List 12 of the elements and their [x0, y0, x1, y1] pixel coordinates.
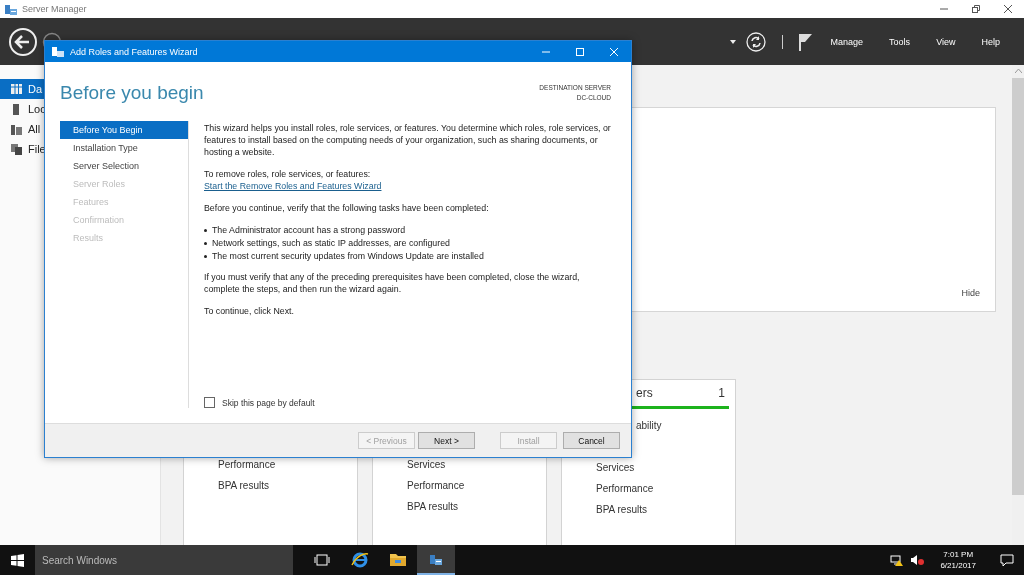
dialog-title: Add Roles and Features Wizard — [70, 46, 199, 57]
window-title: Server Manager — [22, 4, 88, 14]
bullet-text: Network settings, such as static IP addresses, are configured — [212, 237, 450, 250]
bullet-text: The most current security updates from Windows Update are installed — [212, 250, 484, 263]
paragraph: To continue, click Next. — [204, 305, 295, 317]
paragraph: This wizard helps you install roles, role services, or features. You determine which roles, role services, or features to install based on the computing needs of your organization, such as sharing documents, or hosting a website. — [204, 122, 612, 158]
tile-count: 1 — [718, 386, 726, 400]
paragraph: Before you continue, verify that the following tasks have been completed: — [204, 202, 490, 214]
paragraph: If you must verify that any of the preceding prerequisites have been completed, close the wizard, complete the steps, and then run the wizard again. — [204, 271, 581, 295]
bullet-text: The Administrator account has a strong password — [212, 224, 406, 237]
paragraph: To remove roles, role services, or features: — [204, 168, 372, 180]
page-heading: Before you begin — [60, 82, 204, 105]
